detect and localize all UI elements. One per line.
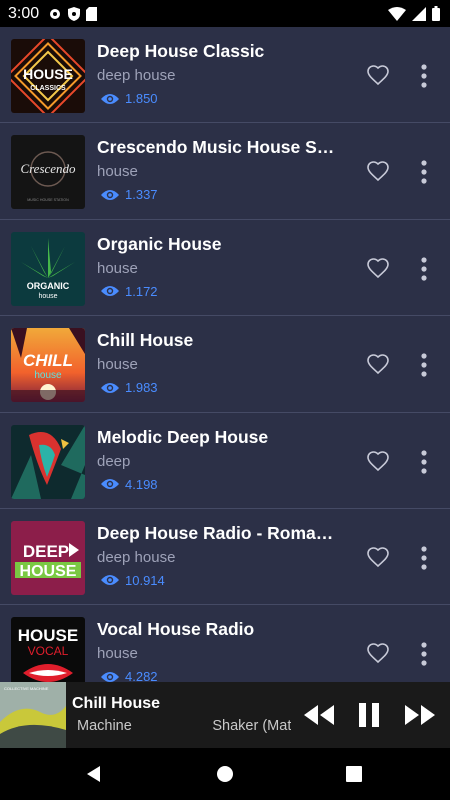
station-title: Crescendo Music House Stati	[97, 137, 335, 158]
view-count: 1.983	[101, 380, 158, 395]
battery-icon	[432, 6, 440, 21]
station-row[interactable]: ORGANIC house Organic House house 1.172	[0, 220, 450, 317]
station-genre: house	[97, 356, 138, 374]
view-count-value: 10.914	[125, 572, 165, 588]
house-classics-art: HOUSE CLASSICS	[11, 39, 85, 113]
art-text: house	[38, 293, 57, 300]
station-row[interactable]: DEEP HOUSE Deep House Radio - Romania de…	[0, 509, 450, 606]
more-options-icon[interactable]	[417, 159, 431, 185]
station-title: Chill House	[97, 330, 194, 351]
status-time: 3:00	[8, 4, 40, 22]
sd-card-icon	[86, 6, 97, 21]
eye-icon	[101, 479, 119, 490]
back-icon[interactable]	[82, 762, 106, 786]
view-count: 1.337	[101, 187, 158, 202]
shield-icon	[68, 6, 80, 21]
eye-icon	[101, 93, 119, 104]
recents-icon[interactable]	[342, 762, 366, 786]
view-count-value: 1.850	[125, 91, 158, 106]
view-count: 4.198	[101, 477, 158, 492]
fast-forward-icon[interactable]	[403, 699, 437, 731]
art-text: HOUSE	[18, 626, 78, 645]
navigation-bar	[0, 748, 450, 800]
station-genre: house	[97, 163, 138, 181]
eye-icon	[101, 575, 119, 586]
station-list[interactable]: HOUSE CLASSICS Deep House Classic deep h…	[0, 27, 450, 682]
station-row[interactable]: CHILL house Chill House house 1.983	[0, 316, 450, 413]
view-count-value: 4.282	[125, 669, 158, 682]
station-row[interactable]: HOUSE VOCAL Vocal House Radio house 4.28…	[0, 605, 450, 682]
station-genre: deep	[97, 452, 131, 470]
more-options-icon[interactable]	[417, 545, 431, 571]
rewind-icon[interactable]	[302, 699, 336, 731]
pause-icon[interactable]	[352, 699, 386, 731]
art-text: HOUSE	[23, 66, 73, 82]
chill-house-art: CHILL house	[11, 328, 85, 403]
view-count: 1.172	[101, 284, 158, 299]
view-count-value: 4.198	[125, 476, 158, 492]
eye-icon	[101, 286, 119, 297]
more-options-icon[interactable]	[417, 449, 431, 475]
art-text: CLASSICS	[30, 85, 66, 92]
deep-house-art: DEEP HOUSE	[11, 520, 85, 595]
view-count: 1.850	[101, 91, 158, 106]
view-count-value: 1.983	[125, 380, 158, 396]
view-count: 10.914	[101, 573, 165, 588]
house-vocal-art: HOUSE VOCAL	[11, 617, 85, 682]
station-title: Vocal House Radio	[97, 619, 255, 640]
settings-icon	[50, 8, 60, 19]
art-text: ORGANIC	[27, 281, 70, 291]
art-text: CHILL	[23, 351, 73, 370]
art-text: VOCAL	[28, 644, 69, 658]
view-count: 4.282	[101, 669, 158, 682]
now-playing-title: Chill House	[72, 695, 161, 712]
organic-house-art: ORGANIC house	[11, 231, 85, 306]
station-title: Melodic Deep House	[97, 426, 269, 447]
heart-icon[interactable]	[366, 63, 390, 87]
signal-icon	[412, 6, 426, 21]
more-options-icon[interactable]	[417, 256, 431, 282]
eye-icon	[101, 671, 119, 682]
station-genre: deep house	[97, 67, 176, 84]
station-genre: deep house	[97, 548, 176, 566]
art-text: house	[34, 370, 62, 381]
more-options-icon[interactable]	[417, 641, 431, 667]
eye-icon	[101, 189, 119, 200]
art-text: MUSIC HOUSE STATION	[27, 198, 69, 202]
home-icon[interactable]	[213, 762, 237, 786]
parrot-art	[11, 424, 85, 499]
heart-icon[interactable]	[366, 641, 390, 665]
art-text: HOUSE	[20, 563, 77, 580]
heart-icon[interactable]	[366, 449, 390, 473]
status-bar: 3:00	[0, 0, 450, 27]
station-title: Organic House	[97, 233, 222, 254]
station-genre: house	[97, 259, 138, 277]
more-options-icon[interactable]	[417, 352, 431, 378]
station-title: Deep House Classic	[97, 41, 265, 61]
art-text: COLLECTIVE MACHINE	[4, 686, 49, 691]
crescendo-art: Crescendo MUSIC HOUSE STATION	[11, 135, 85, 210]
eye-icon	[101, 382, 119, 393]
station-row[interactable]: HOUSE CLASSICS Deep House Classic deep h…	[0, 27, 450, 124]
heart-icon[interactable]	[366, 256, 390, 280]
heart-icon[interactable]	[366, 352, 390, 376]
view-count-value: 1.172	[125, 283, 158, 299]
station-row[interactable]: Melodic Deep House deep 4.198	[0, 413, 450, 509]
now-playing-subtitle: Machine Shaker (Matt	[77, 718, 291, 734]
player-artwork: COLLECTIVE MACHINE	[0, 682, 66, 748]
station-title: Deep House Radio - Romania	[97, 522, 335, 543]
art-text: Crescendo	[20, 161, 76, 176]
art-text: DEEP	[23, 542, 69, 561]
mini-player[interactable]: COLLECTIVE MACHINE Chill House Machine S…	[0, 682, 450, 748]
view-count-value: 1.337	[125, 187, 158, 203]
station-row[interactable]: Crescendo MUSIC HOUSE STATION Crescendo …	[0, 123, 450, 220]
heart-icon[interactable]	[366, 159, 390, 183]
wifi-icon	[388, 6, 406, 21]
more-options-icon[interactable]	[417, 63, 431, 89]
station-genre: house	[97, 645, 138, 663]
heart-icon[interactable]	[366, 545, 390, 569]
